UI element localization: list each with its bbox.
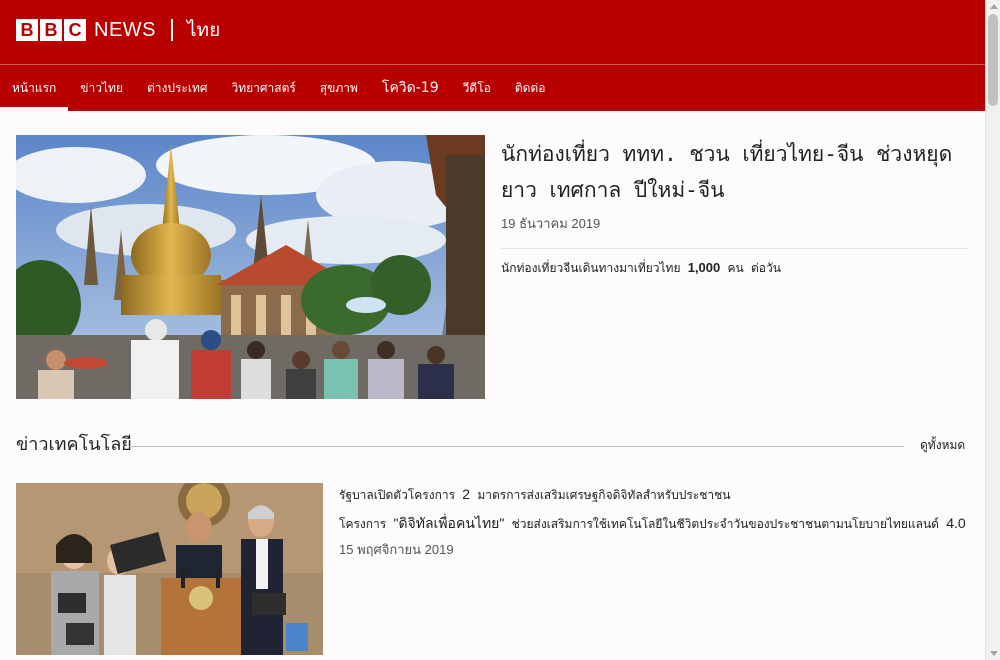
logo-block-b2: B: [40, 19, 62, 41]
temple-photo: [16, 135, 485, 399]
main-navigation: หน้าแรก ข่าวไทย ต่างประเทศ วิทยาศาสตร์ ส…: [0, 65, 985, 111]
nav-item-world[interactable]: ต่างประเทศ: [135, 65, 220, 111]
section-title: ข่าวเทคโนโลยี: [16, 434, 132, 455]
story-title-suffix: มาตรการส่งเสริมเศรษฐกิจดิจิทัลสำหรับประช…: [477, 488, 731, 502]
section-divider: [128, 446, 904, 447]
logo-news-text: NEWS: [94, 19, 156, 41]
nav-item-science[interactable]: วิทยาศาสตร์: [219, 65, 307, 111]
masthead: B B C NEWS ไทย: [0, 0, 985, 65]
story-title-number: 2: [462, 486, 471, 502]
logo-block-c: C: [64, 19, 86, 41]
logo-separator: [171, 19, 173, 41]
story-summary-body: ช่วยส่งเสริมการใช้เทคโนโลยีในชีวิตประจำว…: [511, 517, 939, 531]
nav-item-covid[interactable]: โควิด-19: [370, 65, 451, 111]
hero-divider: [501, 248, 969, 249]
story-summary-number: 4.0: [946, 515, 966, 531]
nav-item-health[interactable]: สุขภาพ: [308, 65, 370, 111]
hero-summary-number: 1,000: [687, 260, 721, 275]
story-summary-prefix: โครงการ: [339, 517, 387, 531]
hero-image[interactable]: [16, 135, 485, 399]
story-image[interactable]: [16, 483, 323, 655]
section-see-all-link[interactable]: ดูทั้งหมด: [920, 436, 965, 454]
scroll-thumb[interactable]: [988, 14, 998, 106]
story-summary: โครงการ "ดิจิทัลเพื่อคนไทย" ช่วยส่งเสริม…: [339, 514, 969, 533]
page: B B C NEWS ไทย หน้าแรก ข่าวไทย ต่างประเท…: [0, 0, 985, 660]
page-scrollbar[interactable]: [985, 0, 1000, 660]
logo-language-text: ไทย: [187, 19, 221, 41]
story-summary-quote: "ดิจิทัลเพื่อคนไทย": [393, 515, 505, 531]
hero-date: 19 ธันวาคม 2019: [501, 216, 601, 231]
nav-items: หน้าแรก ข่าวไทย ต่างประเทศ วิทยาศาสตร์ ส…: [0, 65, 557, 111]
logo-block-b1: B: [16, 19, 38, 41]
story-title-prefix: รัฐบาลเปิดตัวโครงการ: [339, 488, 456, 502]
hero-summary: นักท่องเที่ยวจีนเดินทางมาเที่ยวไทย 1,000…: [501, 259, 969, 277]
nav-item-home[interactable]: หน้าแรก: [0, 65, 69, 111]
nav-item-thai-news[interactable]: ข่าวไทย: [68, 65, 135, 111]
nav-item-video[interactable]: วีดีโอ: [451, 65, 503, 111]
scroll-down-arrow-icon[interactable]: [990, 651, 998, 656]
hero-summary-prefix: นักท่องเที่ยวจีนเดินทางมาเที่ยวไทย: [501, 261, 681, 275]
bbc-news-thai-logo[interactable]: B B C NEWS ไทย: [16, 19, 220, 41]
story-date: 15 พฤศจิกายน 2019: [339, 542, 454, 557]
nav-item-contact[interactable]: ติดต่อ: [503, 65, 558, 111]
press-conference-photo: [16, 483, 323, 655]
hero-summary-suffix: คน ต่อวัน: [727, 261, 781, 275]
story-headline[interactable]: รัฐบาลเปิดตัวโครงการ 2 มาตรการส่งเสริมเศ…: [339, 485, 969, 504]
hero-headline[interactable]: นักท่องเที่ยว ททท. ชวน เที่ยวไทย-จีน ช่ว…: [501, 136, 969, 208]
scroll-up-arrow-icon[interactable]: [990, 4, 998, 9]
